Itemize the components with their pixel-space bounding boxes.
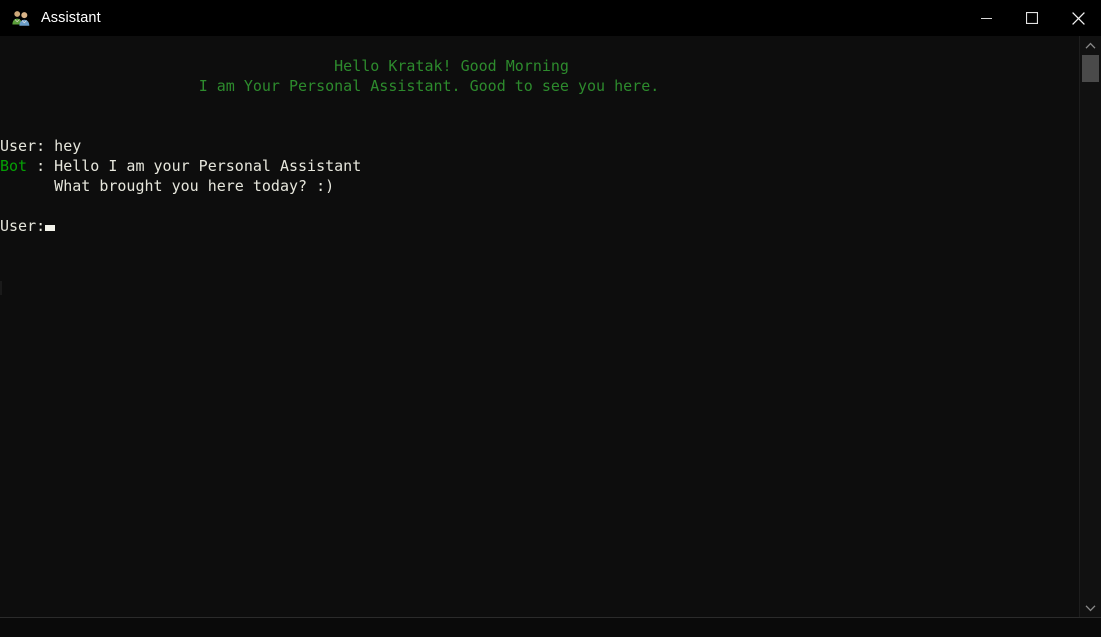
speaker-colon: : bbox=[27, 157, 46, 175]
vertical-scrollbar[interactable] bbox=[1079, 36, 1101, 617]
maximize-button[interactable] bbox=[1009, 0, 1055, 36]
scroll-down-button[interactable] bbox=[1080, 598, 1101, 617]
greeting-line-2: I am Your Personal Assistant. Good to se… bbox=[0, 76, 1080, 96]
minimize-button[interactable] bbox=[963, 0, 1009, 36]
scroll-up-button[interactable] bbox=[1080, 36, 1101, 55]
window-title: Assistant bbox=[41, 10, 101, 26]
maximize-icon bbox=[1026, 12, 1038, 24]
speaker-label: Bot bbox=[0, 157, 28, 175]
console-transcript: Hello Kratak! Good Morning I am Your Per… bbox=[0, 36, 1080, 617]
people-icon bbox=[11, 8, 31, 28]
transcript-line: User: hey bbox=[0, 136, 1080, 156]
message-text: hey bbox=[45, 137, 82, 155]
status-strip bbox=[0, 618, 1101, 637]
spacer-line bbox=[0, 36, 1080, 56]
transcript-line: Bot : Hello I am your Personal Assistant bbox=[0, 156, 1080, 176]
spacer-line bbox=[0, 116, 1080, 136]
speaker-label: User: bbox=[0, 137, 46, 155]
scroll-thumb[interactable] bbox=[1082, 55, 1099, 82]
input-prompt-line[interactable]: User: bbox=[0, 216, 1080, 236]
left-edge-artifact bbox=[0, 281, 2, 295]
chevron-down-icon bbox=[1085, 604, 1096, 611]
greeting-indent-2 bbox=[0, 77, 199, 95]
prompt-label: User: bbox=[0, 217, 46, 235]
greeting-text-1: Hello Kratak! Good Morning bbox=[334, 57, 569, 75]
spacer-line bbox=[0, 96, 1080, 116]
spacer-line bbox=[0, 196, 1080, 216]
greeting-line-1: Hello Kratak! Good Morning bbox=[0, 56, 1080, 76]
minimize-icon bbox=[980, 17, 992, 19]
transcript-line: What brought you here today? :) bbox=[0, 176, 1080, 196]
assistant-window: Assistant Hello Kratak! Good Morning I a… bbox=[0, 0, 1101, 637]
console-output-area[interactable]: Hello Kratak! Good Morning I am Your Per… bbox=[0, 36, 1101, 618]
message-text: Hello I am your Personal Assistant bbox=[45, 157, 362, 175]
title-bar[interactable]: Assistant bbox=[0, 0, 1101, 36]
greeting-text-2: I am Your Personal Assistant. Good to se… bbox=[198, 77, 660, 95]
scroll-track[interactable] bbox=[1080, 55, 1101, 598]
greeting-indent-1 bbox=[0, 57, 334, 75]
close-button[interactable] bbox=[1055, 0, 1101, 36]
close-icon bbox=[1071, 11, 1085, 25]
title-bar-left: Assistant bbox=[0, 8, 963, 28]
text-cursor bbox=[45, 225, 56, 231]
chevron-up-icon bbox=[1085, 42, 1096, 49]
message-text: What brought you here today? :) bbox=[0, 177, 335, 195]
